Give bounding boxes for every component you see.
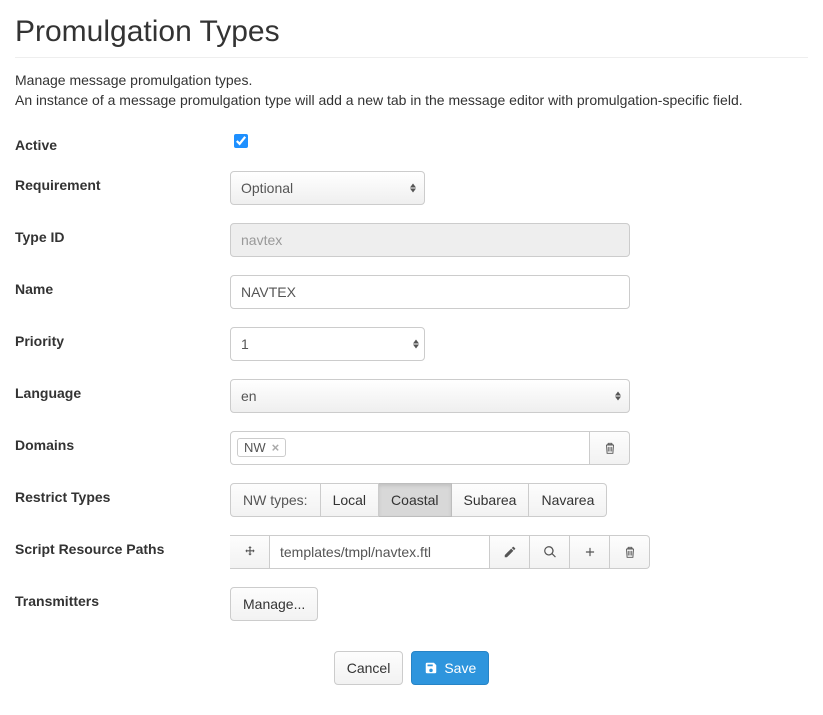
label-language: Language: [15, 379, 230, 401]
restrict-type-option-local[interactable]: Local: [321, 483, 379, 517]
search-icon: [543, 545, 557, 559]
manage-transmitters-button[interactable]: Manage...: [230, 587, 318, 621]
name-input[interactable]: [230, 275, 630, 309]
label-transmitters: Transmitters: [15, 587, 230, 609]
requirement-select[interactable]: Optional: [230, 171, 425, 205]
label-restrict-types: Restrict Types: [15, 483, 230, 505]
browse-path-button[interactable]: [530, 535, 570, 569]
restrict-type-option-navarea[interactable]: Navarea: [529, 483, 607, 517]
delete-path-button[interactable]: [610, 535, 650, 569]
requirement-select-value: Optional: [241, 180, 293, 196]
plus-icon: [583, 545, 597, 559]
label-priority: Priority: [15, 327, 230, 349]
domain-tag-label: NW: [244, 440, 266, 455]
chevron-updown-icon: [615, 391, 621, 400]
label-name: Name: [15, 275, 230, 297]
stepper-icon[interactable]: [413, 339, 419, 348]
save-button[interactable]: Save: [411, 651, 489, 685]
type-id-input: [230, 223, 630, 257]
label-requirement: Requirement: [15, 171, 230, 193]
chevron-updown-icon: [410, 183, 416, 192]
restrict-types-group: NW types: Local Coastal Subarea Navarea: [230, 483, 607, 517]
save-button-label: Save: [444, 660, 476, 676]
drag-handle-button[interactable]: [230, 535, 270, 569]
restrict-type-option-coastal[interactable]: Coastal: [379, 483, 451, 517]
desc-line-2: An instance of a message promulgation ty…: [15, 92, 743, 108]
save-icon: [424, 661, 438, 675]
edit-path-button[interactable]: [490, 535, 530, 569]
desc-line-1: Manage message promulgation types.: [15, 72, 252, 88]
label-active: Active: [15, 131, 230, 153]
trash-icon: [603, 441, 617, 455]
active-checkbox[interactable]: [234, 134, 248, 148]
page-description: Manage message promulgation types. An in…: [15, 70, 808, 111]
trash-icon: [623, 545, 637, 559]
move-icon: [243, 545, 257, 559]
add-path-button[interactable]: [570, 535, 610, 569]
language-select-value: en: [241, 388, 257, 404]
restrict-types-group-label: NW types:: [230, 483, 321, 517]
page-title: Promulgation Types: [15, 15, 808, 58]
domains-tag-input[interactable]: NW ×: [230, 431, 590, 465]
remove-tag-icon[interactable]: ×: [272, 440, 280, 455]
domain-tag: NW ×: [237, 438, 286, 457]
clear-domains-button[interactable]: [590, 431, 630, 465]
script-path-row: templates/tmpl/navtex.ftl: [230, 535, 650, 569]
script-path-value: templates/tmpl/navtex.ftl: [270, 535, 490, 569]
language-select[interactable]: en: [230, 379, 630, 413]
priority-input[interactable]: [230, 327, 425, 361]
label-domains: Domains: [15, 431, 230, 453]
restrict-type-option-subarea[interactable]: Subarea: [452, 483, 530, 517]
pencil-icon: [503, 545, 517, 559]
label-type-id: Type ID: [15, 223, 230, 245]
cancel-button[interactable]: Cancel: [334, 651, 404, 685]
label-script-paths: Script Resource Paths: [15, 535, 230, 557]
